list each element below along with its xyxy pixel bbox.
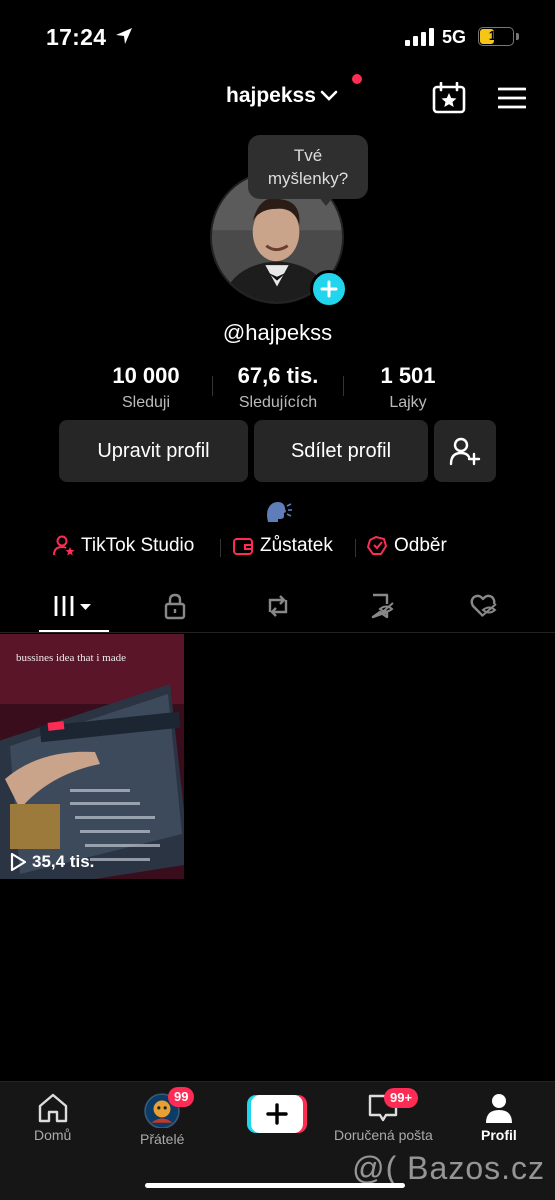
edit-profile-button[interactable]: Upravit profil — [59, 420, 248, 482]
link-label: TikTok Studio — [81, 535, 195, 556]
views-count: 35,4 tis. — [32, 852, 95, 871]
repost-icon — [268, 595, 288, 617]
tiktok-studio-link[interactable]: TikTok Studio — [53, 535, 194, 557]
studio-icon — [53, 535, 75, 556]
signal-icon — [405, 28, 434, 46]
stat-label: Sledujících — [238, 394, 318, 411]
tab-videos[interactable] — [39, 583, 109, 629]
stat-label: Sleduji — [121, 394, 171, 411]
bubble-line-2: myšlenky? — [267, 169, 349, 188]
link-divider — [220, 539, 221, 557]
nav-label: Doručená pošta — [334, 1127, 433, 1143]
stat-followers[interactable]: 67,6 tis. Sledujících — [224, 362, 332, 416]
bookmark-hidden-icon — [371, 593, 394, 619]
stat-divider — [212, 376, 213, 396]
video-thumbnail[interactable]: bussines idea that i made — [0, 634, 184, 879]
friends-badge: 99 — [168, 1087, 195, 1107]
balance-link[interactable]: Zůstatek — [232, 535, 333, 557]
status-time: 17:24 — [46, 24, 107, 50]
stat-following[interactable]: 10 000 Sleduji — [102, 362, 190, 416]
stat-label: Lajky — [389, 394, 427, 411]
nav-home[interactable]: Domů — [34, 1092, 71, 1143]
stat-value: 10 000 — [112, 363, 180, 388]
add-friend-button[interactable] — [434, 420, 496, 482]
plus-icon — [320, 280, 338, 298]
content-tabs — [0, 583, 555, 633]
play-icon — [10, 852, 27, 872]
subscription-icon — [367, 536, 387, 555]
battery-nub — [516, 33, 519, 40]
home-icon — [38, 1093, 67, 1123]
account-switcher[interactable]: hajpekss — [226, 84, 338, 108]
inbox-badge: 99+ — [384, 1088, 419, 1108]
tab-reposts[interactable] — [243, 583, 313, 629]
video-caption: bussines idea that i made — [16, 652, 126, 664]
share-profile-button[interactable]: Sdílet profil — [254, 420, 428, 482]
grid-dropdown-icon — [54, 596, 91, 616]
stat-likes[interactable]: 1 501 Lajky — [364, 362, 452, 416]
home-indicator — [145, 1183, 405, 1188]
profile-icon — [485, 1094, 512, 1123]
nav-label: Domů — [34, 1127, 72, 1143]
thoughts-bubble[interactable]: Tvé myšlenky? — [248, 135, 368, 199]
chevron-down-icon — [320, 90, 338, 101]
heart-hidden-icon — [470, 594, 497, 617]
network-type: 5G — [442, 27, 467, 47]
location-arrow-icon — [116, 28, 132, 44]
header-username: hajpekss — [226, 84, 316, 107]
battery-level: 17 — [488, 28, 504, 43]
stat-value: 67,6 tis. — [237, 363, 319, 388]
bubble-line-1: Tvé — [293, 146, 323, 165]
hamburger-menu-icon[interactable] — [498, 86, 526, 110]
create-icon[interactable] — [247, 1095, 307, 1133]
link-divider — [355, 539, 356, 557]
stat-divider — [343, 376, 344, 396]
nav-label: Přátelé — [140, 1131, 185, 1147]
add-user-icon — [449, 437, 481, 466]
tab-liked[interactable] — [448, 583, 518, 629]
subscription-link[interactable]: Odběr — [366, 535, 447, 557]
link-label: Odběr — [394, 535, 447, 556]
calendar-star-icon[interactable] — [432, 82, 466, 114]
lock-icon — [164, 593, 186, 620]
profile-links: TikTok Studio Zůstatek Odběr — [0, 535, 555, 561]
tab-favorites[interactable] — [346, 583, 416, 629]
bubble-tail — [318, 196, 334, 206]
profile-handle: @hajpekss — [222, 320, 333, 345]
speaking-head-emoji-icon — [267, 502, 292, 522]
watermark: @( Bazos.cz — [352, 1150, 545, 1186]
wallet-icon — [233, 538, 253, 555]
tab-private[interactable] — [140, 583, 210, 629]
video-views: 35,4 tis. — [8, 852, 94, 872]
tab-active-indicator — [39, 630, 109, 632]
battery-icon: 17 — [478, 27, 514, 46]
add-story-button[interactable] — [310, 270, 348, 308]
stat-value: 1 501 — [380, 363, 436, 388]
nav-profile[interactable]: Profil — [481, 1092, 517, 1143]
link-label: Zůstatek — [260, 535, 333, 556]
nav-label: Profil — [481, 1127, 517, 1143]
video-preview-image — [0, 634, 184, 879]
notification-dot — [352, 74, 362, 84]
